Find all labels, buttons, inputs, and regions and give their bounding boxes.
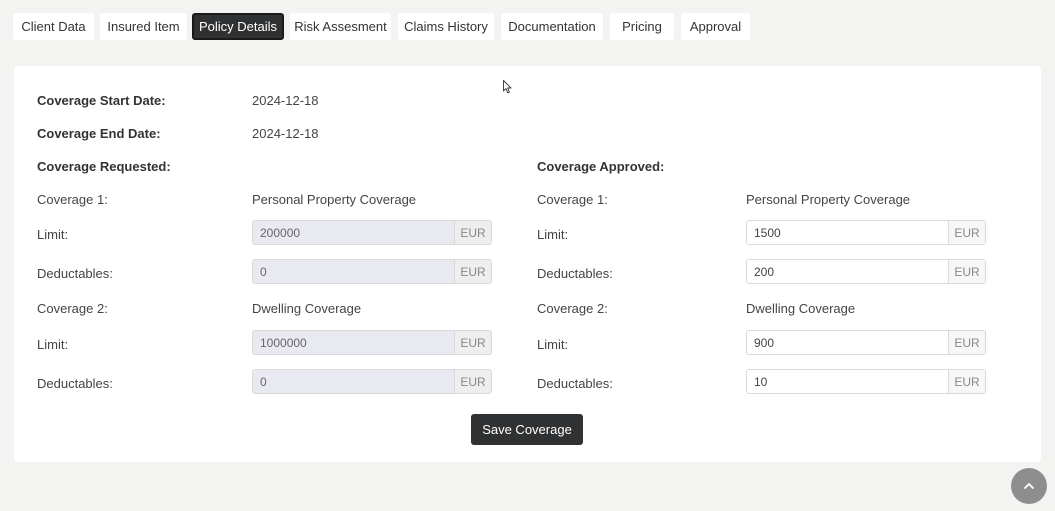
currency-addon: EUR — [454, 370, 491, 393]
requested-coverage-2-limit-field: EUR — [252, 330, 492, 355]
approved-coverage-1-name: Personal Property Coverage — [746, 192, 911, 207]
requested-coverage-2-name: Dwelling Coverage — [252, 301, 362, 316]
approved-coverage-1-limit-field[interactable]: EUR — [746, 220, 986, 245]
requested-coverage-2-limit-label: Limit: — [37, 337, 69, 352]
requested-coverage-1-limit-field: EUR — [252, 220, 492, 245]
requested-coverage-2-deductable-field: EUR — [252, 369, 492, 394]
requested-coverage-2-label: Coverage 2: — [37, 301, 108, 316]
coverage-end-label: Coverage End Date: — [37, 126, 161, 141]
tab-approval[interactable]: Approval — [681, 13, 750, 40]
approved-coverage-2-label: Coverage 2: — [537, 301, 608, 316]
requested-coverage-1-deductable-field: EUR — [252, 259, 492, 284]
tab-documentation[interactable]: Documentation — [501, 13, 603, 40]
currency-addon: EUR — [948, 221, 985, 244]
tab-pricing[interactable]: Pricing — [610, 13, 674, 40]
tab-risk-assesment[interactable]: Risk Assesment — [290, 13, 391, 40]
coverage-end-value: 2024-12-18 — [252, 126, 319, 141]
requested-coverage-1-label: Coverage 1: — [37, 192, 108, 207]
approved-coverage-1-deductable-input[interactable] — [747, 260, 948, 283]
save-coverage-button[interactable]: Save Coverage — [471, 414, 583, 445]
currency-addon: EUR — [454, 221, 491, 244]
coverage-start-value: 2024-12-18 — [252, 93, 319, 108]
requested-coverage-1-deductable-input — [253, 260, 454, 283]
coverage-approved-heading: Coverage Approved: — [537, 159, 665, 174]
requested-coverage-2-deductable-label: Deductables: — [37, 376, 113, 391]
approved-coverage-2-name: Dwelling Coverage — [746, 301, 856, 316]
approved-coverage-1-limit-label: Limit: — [537, 227, 569, 242]
requested-coverage-2-limit-input — [253, 331, 454, 354]
tab-claims-history[interactable]: Claims History — [398, 13, 494, 40]
tab-insured-item[interactable]: Insured Item — [100, 13, 187, 40]
currency-addon: EUR — [454, 260, 491, 283]
approved-coverage-2-deductable-input[interactable] — [747, 370, 948, 393]
currency-addon: EUR — [948, 370, 985, 393]
coverage-requested-heading: Coverage Requested: — [37, 159, 171, 174]
chevron-up-icon — [1024, 483, 1034, 489]
currency-addon: EUR — [948, 331, 985, 354]
requested-coverage-1-name: Personal Property Coverage — [252, 192, 417, 207]
requested-coverage-1-limit-input — [253, 221, 454, 244]
scroll-to-top-button[interactable] — [1011, 468, 1047, 504]
currency-addon: EUR — [454, 331, 491, 354]
approved-coverage-2-limit-label: Limit: — [537, 337, 569, 352]
policy-details-card: Coverage Start Date: 2024-12-18 Coverage… — [14, 66, 1041, 462]
approved-coverage-2-limit-field[interactable]: EUR — [746, 330, 986, 355]
currency-addon: EUR — [948, 260, 985, 283]
approved-coverage-2-deductable-field[interactable]: EUR — [746, 369, 986, 394]
requested-coverage-2-deductable-input — [253, 370, 454, 393]
coverage-start-label: Coverage Start Date: — [37, 93, 166, 108]
approved-coverage-1-deductable-label: Deductables: — [537, 266, 613, 281]
requested-coverage-1-deductable-label: Deductables: — [37, 266, 113, 281]
mouse-pointer-icon — [503, 80, 512, 94]
approved-coverage-2-deductable-label: Deductables: — [537, 376, 613, 391]
tab-client-data[interactable]: Client Data — [13, 13, 94, 40]
requested-coverage-1-limit-label: Limit: — [37, 227, 69, 242]
approved-coverage-1-limit-input[interactable] — [747, 221, 948, 244]
approved-coverage-1-label: Coverage 1: — [537, 192, 608, 207]
approved-coverage-1-deductable-field[interactable]: EUR — [746, 259, 986, 284]
approved-coverage-2-limit-input[interactable] — [747, 331, 948, 354]
tab-policy-details[interactable]: Policy Details — [192, 13, 284, 40]
